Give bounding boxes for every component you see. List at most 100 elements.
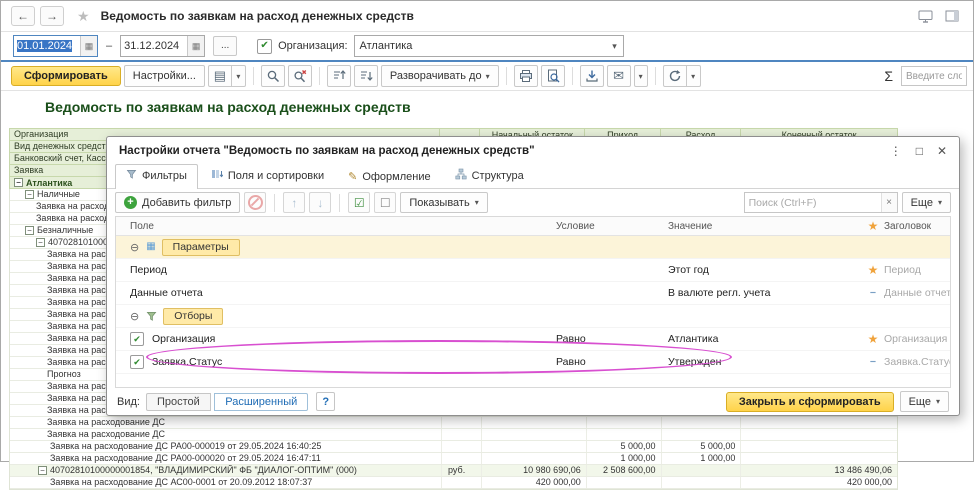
cell-nach — [480, 441, 586, 452]
dash-icon[interactable]: − — [870, 287, 876, 299]
dialog-search-box: × — [743, 192, 898, 213]
cancel-find-icon[interactable] — [287, 65, 312, 87]
report-tree-row[interactable]: Заявка на расходование ДС — [10, 417, 897, 429]
footer-more-button[interactable]: Еще ▾ — [899, 391, 949, 412]
settings-group-row[interactable]: ⊖ Отборы — [116, 305, 950, 328]
close-and-generate-button[interactable]: Закрыть и сформировать — [725, 391, 894, 412]
print-icon[interactable] — [513, 65, 538, 87]
check-all-icon[interactable]: ☑ — [348, 192, 371, 213]
send-email-icon[interactable]: ✉ — [606, 65, 631, 87]
data-row-name: Заявка на расходование ДС АС00-0001 от 2… — [10, 477, 441, 488]
column-header-condition: Условие — [556, 220, 595, 232]
refresh-icon[interactable] — [662, 65, 687, 87]
favorite-star-icon[interactable]: ★ — [77, 8, 90, 25]
settings-group-row[interactable]: ⊖ ▦ Параметры — [116, 236, 950, 259]
tab-appearance[interactable]: ✎ Оформление — [337, 166, 442, 188]
separator — [318, 67, 320, 85]
report-data-row[interactable]: Заявка на расходование ДС АС00-0001 от 2… — [10, 477, 897, 489]
period-more-button[interactable]: ... — [213, 36, 238, 56]
cell-cur — [441, 441, 481, 452]
tab-filters[interactable]: Фильтры — [115, 164, 198, 189]
uncheck-all-icon[interactable]: ☐ — [374, 192, 397, 213]
calendar-icon[interactable]: ▦ — [187, 36, 205, 56]
view-label: Вид: — [117, 395, 140, 408]
expand-groups-icon[interactable] — [353, 65, 378, 87]
quick-filter-input[interactable] — [901, 66, 967, 86]
tree-expander-icon[interactable]: − — [38, 466, 47, 475]
view-simple-button[interactable]: Простой — [145, 393, 211, 411]
tree-row-cell — [585, 429, 661, 440]
settings-row[interactable]: ✔ Заявка.Статус Равно Утвержден − Заявка.Стат… — [116, 351, 950, 374]
dialog-search-input[interactable] — [744, 196, 881, 209]
tree-expander-icon[interactable]: − — [14, 178, 23, 187]
app-window: ← → ★ Ведомость по заявкам на расход ден… — [1, 1, 973, 490]
separator — [274, 193, 276, 212]
chevron-down-icon[interactable]: ▾ — [607, 36, 623, 56]
dialog-titlebar: Настройки отчета "Ведомость по заявкам н… — [107, 137, 959, 164]
tab-structure[interactable]: Структура — [444, 163, 535, 188]
dialog-more-button[interactable]: Еще ▾ — [901, 192, 951, 213]
org-checkbox[interactable]: ✔ — [257, 38, 273, 54]
title-cell: Период — [882, 264, 950, 276]
report-data-row[interactable]: −40702810100000001854, "ВЛАДИМИРСКИЙ" ФБ… — [10, 465, 897, 477]
forward-icon[interactable]: → — [40, 6, 64, 26]
report-tree-row[interactable]: Заявка на расходование ДС — [10, 429, 897, 441]
move-up-icon[interactable]: ↑ — [283, 192, 306, 213]
columns-icon — [211, 168, 224, 183]
collapse-icon[interactable]: ⊖ — [130, 310, 139, 323]
refresh-dropdown-icon[interactable]: ▾ — [686, 65, 701, 87]
period-from-field[interactable]: 01.01.2024 ▦ — [13, 35, 98, 57]
sidebar-panel-icon[interactable] — [945, 10, 959, 22]
settings-row[interactable]: ✔ Организация Равно Атлантика ★ Организация — [116, 328, 950, 351]
close-icon[interactable]: ✕ — [937, 145, 947, 157]
cell-rash: 1 000,00 — [660, 453, 741, 464]
org-combo[interactable]: Атлантика ▾ — [353, 35, 624, 57]
delete-filter-icon[interactable] — [244, 192, 267, 213]
tree-expander-icon[interactable]: − — [25, 190, 34, 199]
generate-button[interactable]: Сформировать — [11, 66, 121, 86]
tree-row-name: Заявка на расходование ДС — [10, 429, 441, 440]
add-filter-button[interactable]: + Добавить фильтр — [115, 192, 241, 213]
send-dropdown-icon[interactable]: ▾ — [633, 65, 648, 87]
move-down-icon[interactable]: ↓ — [309, 192, 332, 213]
report-data-row[interactable]: Заявка на расходование ДС РА00-000020 от… — [10, 453, 897, 465]
cell-prih: 1 000,00 — [585, 453, 661, 464]
expand-to-button[interactable]: Разворачивать до ▾ — [380, 65, 499, 87]
find-icon[interactable] — [260, 65, 285, 87]
kebab-menu-icon[interactable]: ⋮ — [890, 145, 902, 157]
settings-row[interactable]: Данные отчета В валюте регл. учета − Данные… — [116, 282, 950, 305]
field-cell: ✔ Организация — [116, 332, 556, 346]
period-to-field[interactable]: 31.12.2024 ▦ — [120, 35, 206, 57]
view-extended-button[interactable]: Расширенный — [214, 393, 309, 411]
clear-search-icon[interactable]: × — [880, 193, 897, 212]
collapse-icon[interactable]: ⊖ — [130, 241, 139, 254]
tab-fields-sorting[interactable]: Поля и сортировки — [200, 163, 335, 188]
row-checkbox[interactable]: ✔ — [130, 332, 144, 346]
settings-button[interactable]: Настройки... — [123, 65, 205, 87]
help-button[interactable]: ? — [316, 392, 336, 411]
star-icon[interactable]: ★ — [868, 332, 879, 346]
cell-prih — [585, 477, 661, 488]
report-variants-icon[interactable]: ▤ — [207, 65, 232, 87]
calendar-icon[interactable]: ▦ — [80, 36, 97, 56]
collapse-groups-icon[interactable] — [326, 65, 351, 87]
monitor-icon[interactable] — [918, 10, 933, 23]
show-mode-button[interactable]: Показывать ▾ — [400, 192, 488, 213]
sum-sigma-icon[interactable]: Σ — [884, 68, 893, 84]
dash-icon[interactable]: − — [870, 356, 876, 368]
star-icon[interactable]: ★ — [868, 263, 879, 277]
settings-row[interactable]: Период Этот год ★ Период — [116, 259, 950, 282]
save-file-icon[interactable] — [579, 65, 604, 87]
variants-dropdown-icon[interactable]: ▾ — [231, 65, 246, 87]
maximize-icon[interactable]: □ — [916, 145, 923, 157]
print-preview-icon[interactable] — [540, 65, 565, 87]
dialog-footer: Вид: Простой Расширенный ? Закрыть и сфо… — [107, 388, 959, 415]
tree-expander-icon[interactable]: − — [36, 238, 45, 247]
row-checkbox[interactable]: ✔ — [130, 355, 144, 369]
tree-expander-icon[interactable]: − — [25, 226, 34, 235]
back-icon[interactable]: ← — [11, 6, 35, 26]
report-data-row[interactable]: Заявка на расходование ДС РА00-000019 от… — [10, 441, 897, 453]
separator — [571, 67, 573, 85]
view-toggle: Простой Расширенный — [145, 392, 309, 411]
tree-row-cell — [660, 429, 741, 440]
